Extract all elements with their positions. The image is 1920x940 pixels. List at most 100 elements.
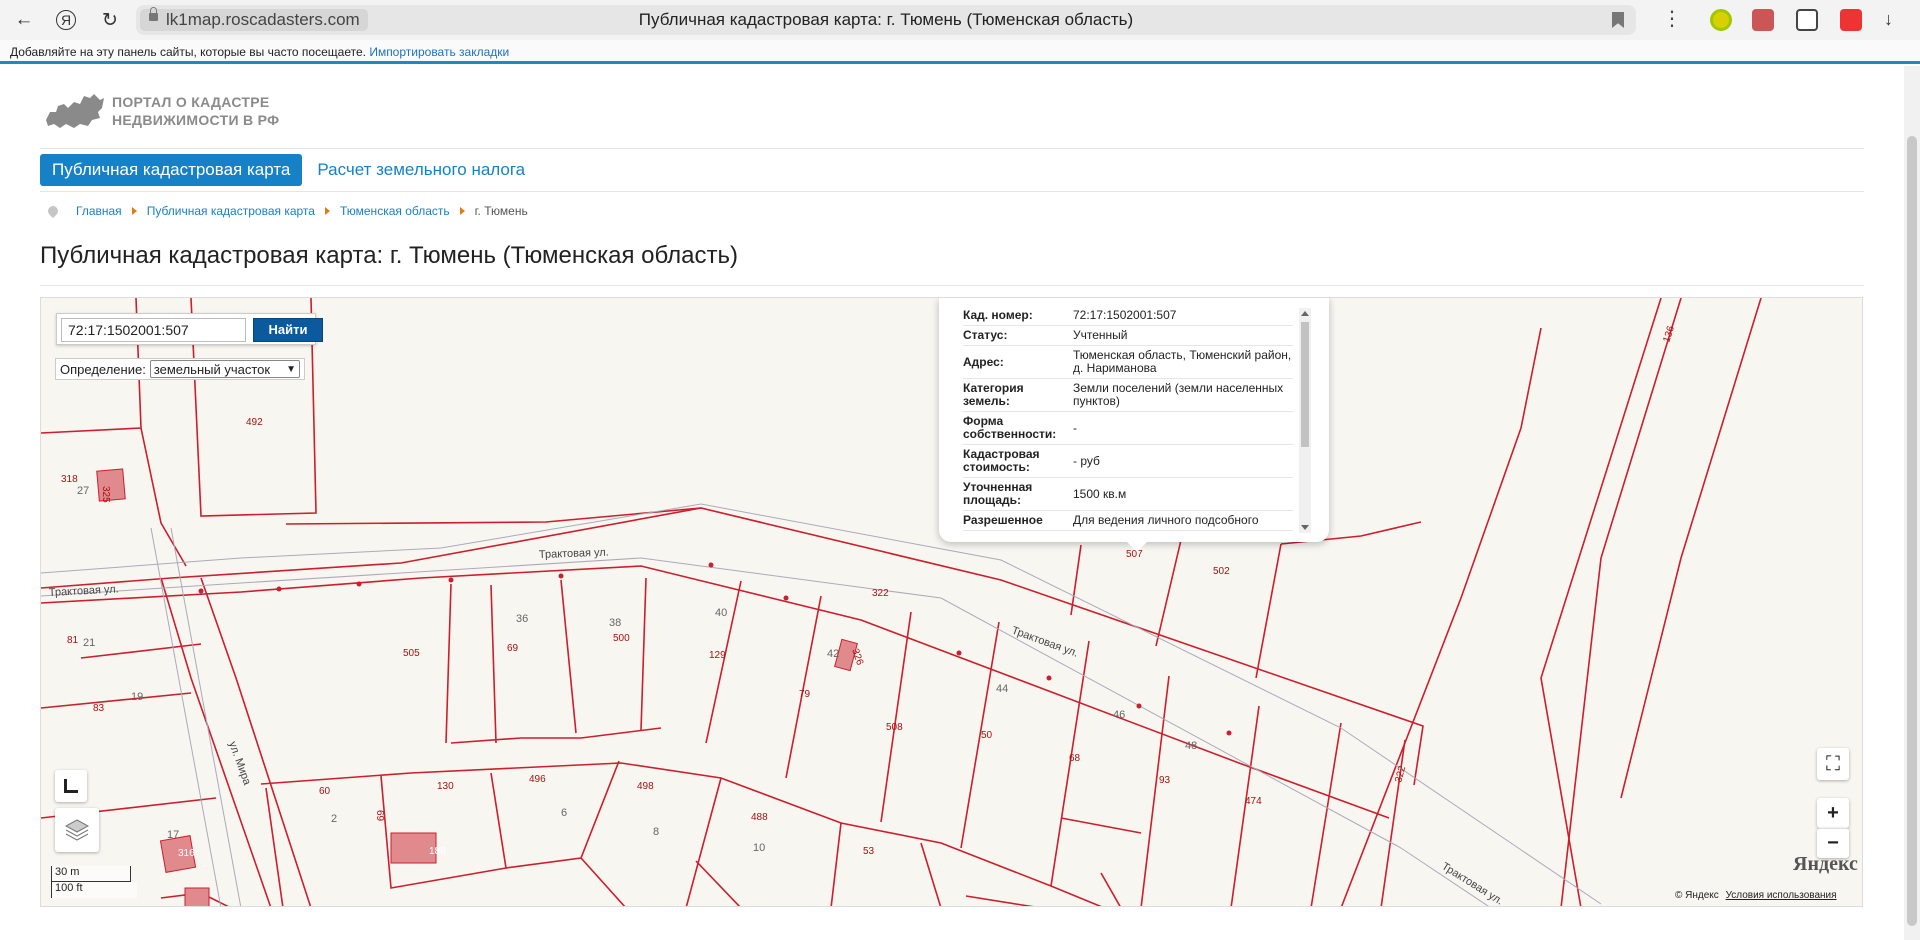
parcel-label: 42 — [827, 648, 839, 660]
downloads-icon[interactable]: ↓ — [1884, 9, 1906, 31]
parcel-label: 36 — [516, 613, 528, 625]
breadcrumb-current: г. Тюмень — [474, 204, 528, 218]
parcel-label: 188 — [429, 846, 446, 857]
popup-scrollbar-thumb[interactable] — [1301, 322, 1309, 447]
info-key: Адрес: — [963, 345, 1073, 379]
parcel-label: 83 — [93, 703, 105, 714]
parcel-label: 6 — [561, 807, 567, 819]
parcel-label: 488 — [751, 812, 768, 823]
page-scrollbar[interactable] — [1904, 66, 1920, 940]
info-value: 1500 кв.м — [1073, 477, 1293, 511]
table-row: Форма собственности: - — [963, 411, 1293, 445]
popup-scrollbar[interactable] — [1299, 308, 1311, 533]
fullscreen-icon[interactable]: ⛶ — [1817, 748, 1849, 780]
definition-panel: Определение: земельный участок ▼ — [55, 358, 305, 380]
parcel-label: 136 — [1661, 324, 1677, 344]
find-button[interactable]: Найти — [253, 318, 323, 342]
extension-puzzle-icon[interactable] — [1796, 9, 1818, 31]
definition-label: Определение: — [60, 361, 146, 377]
menu-cadastral-map[interactable]: Публичная кадастровая карта — [40, 154, 303, 186]
parcel-label: 69 — [374, 810, 385, 822]
address-bar[interactable]: lk1map.roscadasters.com Публичная кадаст… — [136, 5, 1636, 35]
parcel-label: 17 — [167, 829, 179, 841]
parcel-label: 27 — [77, 485, 89, 497]
breadcrumb-arrow-icon — [324, 207, 330, 215]
street-label: ул. Мира — [226, 740, 253, 788]
table-row: Разрешенное Для ведения личного подсобног… — [963, 510, 1293, 531]
parcel-label: 38 — [609, 617, 621, 629]
import-bookmarks-link[interactable]: Импортировать закладки — [369, 45, 509, 59]
definition-select[interactable]: земельный участок ▼ — [149, 360, 300, 378]
reload-icon[interactable]: ↻ — [98, 8, 122, 32]
definition-select-value: земельный участок — [153, 361, 271, 377]
parcel-label: 318 — [61, 474, 78, 485]
table-row: Адрес: Тюменская область, Тюменский район… — [963, 345, 1293, 379]
chevron-down-icon: ▼ — [286, 363, 296, 375]
parcel-label: 474 — [1245, 796, 1262, 807]
parcel-label: 79 — [799, 689, 811, 700]
parcel-label: 322 — [872, 588, 889, 599]
breadcrumb-region[interactable]: Тюменская область — [340, 204, 450, 218]
info-value: Учтенный — [1073, 325, 1293, 346]
info-value: Земли поселений (земли населенных пункто… — [1073, 378, 1293, 412]
logo-line-1: ПОРТАЛ О КАДАСТРЕ — [112, 94, 270, 110]
info-key: Кад. номер: — [963, 306, 1073, 326]
location-pin-icon — [45, 203, 61, 219]
parcel-label: 10 — [753, 842, 765, 854]
breadcrumb-cadastral-map[interactable]: Публичная кадастровая карта — [147, 204, 315, 218]
scroll-up-icon[interactable] — [1301, 311, 1309, 316]
table-row: Категория земель: Земли поселений (земли … — [963, 378, 1293, 412]
scroll-down-icon[interactable] — [1301, 525, 1309, 530]
parcel-label: 68 — [1069, 753, 1081, 764]
cadastral-map[interactable]: Трактовая ул. Трактовая ул. Трактовая ул… — [40, 297, 1863, 907]
yandex-browser-icon[interactable]: Я — [56, 10, 76, 30]
parcel-label: 500 — [613, 633, 630, 644]
cadastral-search-panel: Найти — [56, 313, 323, 345]
info-key: Уточненная площадь: — [963, 477, 1073, 511]
info-key: Разрешенное — [963, 510, 1073, 531]
layers-icon[interactable] — [55, 808, 99, 852]
table-row: Кадастровая стоимость: - руб — [963, 444, 1293, 478]
parcel-info-popup[interactable]: Кад. номер: 72:17:1502001:507 Статус: Учте… — [939, 298, 1329, 552]
page-scrollbar-thumb[interactable] — [1907, 136, 1917, 926]
main-menu: Публичная кадастровая карта Расчет земел… — [40, 154, 525, 186]
parcel-label: 44 — [996, 683, 1008, 695]
info-value: Тюменская область, Тюменский район, д. Н… — [1073, 345, 1293, 379]
zoom-in-button[interactable]: + — [1817, 798, 1849, 828]
logo-line-2: НЕДВИЖИМОСТИ В РФ — [112, 112, 280, 128]
back-arrow-icon[interactable]: ← — [12, 8, 36, 32]
scale-feet: 100 ft — [51, 882, 137, 898]
extension-green-icon[interactable] — [1710, 9, 1732, 31]
menu-land-tax[interactable]: Расчет земельного налога — [317, 160, 525, 180]
parcel-info-table: Кад. номер: 72:17:1502001:507 Статус: Учте… — [963, 306, 1293, 531]
parcel-label: 48 — [1185, 740, 1197, 752]
extension-badge-icon[interactable] — [1840, 9, 1862, 31]
breadcrumb-home[interactable]: Главная — [76, 204, 122, 218]
parcel-label: 129 — [709, 650, 726, 661]
more-menu-icon[interactable]: ⋮ — [1662, 6, 1682, 31]
info-value: 72:17:1502001:507 — [1073, 306, 1293, 326]
parcel-label: 21 — [83, 637, 95, 649]
info-key: Статус: — [963, 325, 1073, 346]
cadastral-number-input[interactable] — [61, 318, 246, 342]
parcel-label: 40 — [715, 607, 727, 619]
bookmarks-hint: Добавляйте на эту панель сайты, которые … — [10, 45, 366, 59]
extension-user-icon[interactable] — [1752, 9, 1774, 31]
parcel-label: 60 — [319, 786, 331, 797]
site-logo[interactable]: ПОРТАЛ О КАДАСТРЕ НЕДВИЖИМОСТИ В РФ — [44, 90, 279, 132]
info-value: - руб — [1073, 444, 1293, 478]
bookmarks-bar: Добавляйте на эту панель сайты, которые … — [0, 40, 1920, 64]
ruler-icon[interactable] — [55, 770, 87, 802]
browser-toolbar: ← Я ↻ lk1map.roscadasters.com Публичная … — [0, 0, 1920, 40]
parcel-label: 130 — [437, 781, 454, 792]
breadcrumb: Главная Публичная кадастровая карта Тюме… — [45, 203, 528, 219]
parcel-label: 81 — [67, 635, 79, 646]
parcel-label: 46 — [1113, 709, 1125, 721]
parcel-label: 19 — [131, 691, 143, 703]
yandex-logo[interactable]: Яндекс — [1793, 853, 1858, 876]
street-label: Трактовая ул. — [1439, 860, 1505, 907]
terms-of-use-link[interactable]: Условия использования — [1726, 890, 1837, 901]
info-key: Кадастровая стоимость: — [963, 444, 1073, 478]
parcel-label: 505 — [403, 648, 420, 659]
russia-map-icon — [46, 94, 104, 128]
